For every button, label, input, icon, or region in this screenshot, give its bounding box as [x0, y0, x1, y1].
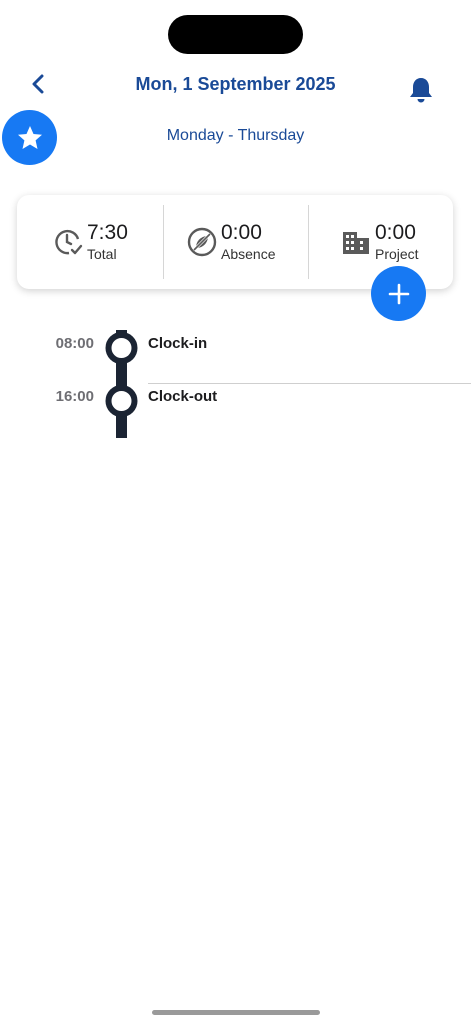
building-icon — [343, 232, 369, 254]
page-title: Mon, 1 September 2025 — [135, 74, 336, 94]
schedule-subtitle: Monday - Thursday — [166, 127, 305, 144]
summary-total[interactable]: 7:30 Total — [51, 195, 128, 289]
add-entry-button[interactable] — [371, 266, 426, 321]
timeline-track — [105, 330, 138, 438]
clock-in-time: 08:00 — [55, 335, 94, 352]
clock-in-label[interactable]: Clock-in — [148, 335, 207, 352]
summary-absence[interactable]: 0:00 Absence — [185, 195, 275, 289]
total-value: 7:30 — [87, 221, 128, 244]
clock-out-marker — [105, 385, 138, 417]
notifications-button[interactable] — [402, 72, 440, 108]
divider — [163, 205, 164, 279]
clock-check-icon — [55, 229, 83, 255]
clock-out-time: 16:00 — [55, 388, 94, 405]
clock-out-label[interactable]: Clock-out — [148, 388, 217, 405]
absence-value: 0:00 — [221, 221, 262, 244]
dynamic-island — [168, 15, 303, 54]
plus-icon — [388, 283, 409, 304]
project-value: 0:00 — [375, 221, 416, 244]
total-label: Total — [87, 246, 117, 262]
clock-in-marker — [105, 332, 138, 364]
bell-icon — [410, 78, 432, 103]
absence-label: Absence — [221, 246, 276, 262]
project-label: Project — [375, 246, 419, 262]
home-indicator — [152, 1010, 320, 1015]
divider — [308, 205, 309, 279]
absence-icon — [187, 227, 217, 257]
timeline-separator — [148, 383, 471, 384]
